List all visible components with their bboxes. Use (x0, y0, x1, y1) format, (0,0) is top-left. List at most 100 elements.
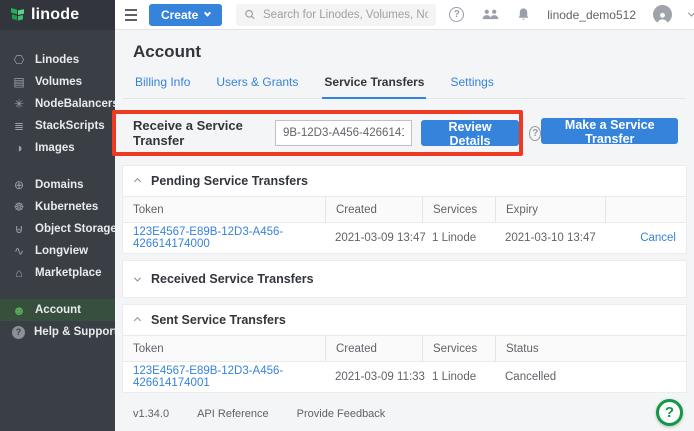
table-row: 123E4567-E89B-12D3-A456-426614174001 202… (123, 362, 686, 392)
tab-settings[interactable]: Settings (448, 75, 495, 98)
nodebalancers-icon: ✳ (12, 98, 26, 110)
collapse-icon (134, 316, 141, 323)
api-reference-link[interactable]: API Reference (197, 408, 269, 420)
topbar: Create ? linode_demo512 (115, 0, 694, 30)
page-title: Account (133, 42, 686, 62)
services-cell: 1 Linode (432, 232, 505, 244)
community-icon[interactable] (481, 8, 500, 21)
sidebar-item-help-support[interactable]: ? Help & Support (0, 321, 115, 343)
sidebar-item-kubernetes[interactable]: ☸ Kubernetes (0, 196, 115, 218)
sidebar-nav: ⎔ Linodes ▤ Volumes ✳ NodeBalancers ≣ St… (0, 30, 115, 343)
column-header-created: Created (325, 197, 432, 222)
chevron-down-icon (204, 10, 211, 17)
expiry-cell: 2021-03-10 13:47 (505, 232, 615, 244)
column-header-created: Created (325, 336, 432, 361)
sent-transfers-panel: Sent Service Transfers Token Created Ser… (123, 305, 686, 392)
receive-transfer-label: Receive a Service Transfer (133, 118, 265, 148)
stackscripts-icon: ≣ (12, 120, 26, 132)
pending-transfers-panel: Pending Service Transfers Token Created … (123, 166, 686, 253)
marketplace-icon: ⌂ (12, 267, 26, 279)
create-button[interactable]: Create (149, 4, 222, 26)
main-content: Account Billing Info Users & Grants Serv… (115, 30, 694, 431)
make-transfer-button[interactable]: Make a Service Transfer (541, 118, 678, 144)
object-storage-icon: ⊎ (12, 223, 26, 235)
search-bar[interactable] (236, 4, 436, 26)
sidebar-item-marketplace[interactable]: ⌂ Marketplace (0, 262, 115, 284)
help-tooltip-icon[interactable]: ? (529, 126, 541, 141)
tab-bar: Billing Info Users & Grants Service Tran… (123, 75, 686, 99)
sent-transfers-toggle[interactable]: Sent Service Transfers (123, 305, 686, 335)
provide-feedback-link[interactable]: Provide Feedback (297, 408, 386, 420)
notifications-bell-icon[interactable] (517, 7, 530, 22)
pending-transfers-title: Pending Service Transfers (151, 174, 308, 188)
domains-icon: ⊕ (12, 179, 26, 191)
kubernetes-icon: ☸ (12, 201, 26, 213)
nav-divider (0, 159, 115, 174)
services-cell: 1 Linode (432, 371, 505, 383)
pending-table-header: Token Created Services Expiry (123, 196, 686, 223)
column-header-actions (605, 197, 676, 222)
transfer-token-link[interactable]: 123E4567-E89B-12D3-A456-426614174001 (133, 365, 335, 389)
username[interactable]: linode_demo512 (547, 8, 636, 22)
topbar-actions: ? linode_demo512 (449, 5, 694, 24)
search-icon (244, 8, 256, 21)
tab-users-grants[interactable]: Users & Grants (214, 75, 300, 98)
sidebar-item-linodes[interactable]: ⎔ Linodes (0, 49, 115, 71)
linode-logo-icon (10, 7, 25, 24)
sidebar-item-nodebalancers[interactable]: ✳ NodeBalancers (0, 93, 115, 115)
avatar[interactable] (653, 5, 672, 24)
transfer-token-link[interactable]: 123E4567-E89B-12D3-A456-426614174000 (133, 226, 335, 250)
status-cell: Cancelled (505, 371, 676, 383)
volumes-icon: ▤ (12, 76, 26, 88)
column-header-services: Services (422, 336, 505, 361)
column-header-token: Token (133, 204, 335, 216)
cancel-link[interactable]: Cancel (615, 232, 676, 244)
sidebar: linode ⎔ Linodes ▤ Volumes ✳ NodeBalance… (0, 0, 115, 431)
longview-icon: ∿ (12, 245, 26, 257)
sidebar-item-domains[interactable]: ⊕ Domains (0, 174, 115, 196)
sidebar-item-object-storage[interactable]: ⊎ Object Storage (0, 218, 115, 240)
sent-table-header: Token Created Services Status (123, 335, 686, 362)
user-menu-chevron-icon[interactable] (688, 10, 694, 17)
footer: v1.34.0 API Reference Provide Feedback (133, 408, 686, 420)
logo-text: linode (31, 6, 79, 24)
column-header-services: Services (422, 197, 505, 222)
support-chat-icon[interactable]: ? (656, 399, 683, 426)
received-transfers-toggle[interactable]: Received Service Transfers (123, 261, 686, 297)
column-header-status: Status (495, 336, 676, 361)
sidebar-item-account[interactable]: ☻ Account (0, 299, 115, 321)
expand-icon (134, 274, 141, 281)
nav-divider (0, 284, 115, 299)
sidebar-item-volumes[interactable]: ▤ Volumes (0, 71, 115, 93)
sidebar-item-stackscripts[interactable]: ≣ StackScripts (0, 115, 115, 137)
app-window: linode ⎔ Linodes ▤ Volumes ✳ NodeBalance… (0, 0, 694, 431)
transfer-token-input[interactable] (275, 120, 412, 146)
collapse-icon (134, 177, 141, 184)
table-row: 123E4567-E89B-12D3-A456-426614174000 202… (123, 223, 686, 253)
images-icon: ◑ (12, 142, 26, 154)
help-support-icon: ? (12, 326, 25, 339)
pending-transfers-toggle[interactable]: Pending Service Transfers (123, 166, 686, 196)
created-cell: 2021-03-09 11:33 (335, 371, 432, 383)
review-details-button[interactable]: Review Details (421, 120, 519, 146)
linode-logo[interactable]: linode (0, 0, 115, 30)
column-header-token: Token (133, 343, 335, 355)
avatar-person-icon (656, 11, 669, 24)
received-transfers-title: Received Service Transfers (151, 272, 314, 286)
transfer-toolbar: Receive a Service Transfer Review Detail… (133, 118, 686, 148)
sent-transfers-title: Sent Service Transfers (151, 313, 286, 327)
tab-service-transfers[interactable]: Service Transfers (322, 75, 426, 99)
sidebar-item-longview[interactable]: ∿ Longview (0, 240, 115, 262)
search-input[interactable] (263, 9, 428, 21)
help-icon[interactable]: ? (449, 7, 464, 22)
account-icon: ☻ (12, 304, 26, 317)
created-cell: 2021-03-09 13:47 (335, 232, 432, 244)
column-header-expiry: Expiry (495, 197, 615, 222)
received-transfers-panel: Received Service Transfers (123, 261, 686, 297)
version-link[interactable]: v1.34.0 (133, 408, 169, 420)
create-button-label: Create (161, 8, 198, 22)
sidebar-item-images[interactable]: ◑ Images (0, 137, 115, 159)
menu-icon[interactable] (125, 6, 137, 24)
linodes-icon: ⎔ (12, 54, 26, 66)
tab-billing-info[interactable]: Billing Info (133, 75, 192, 98)
